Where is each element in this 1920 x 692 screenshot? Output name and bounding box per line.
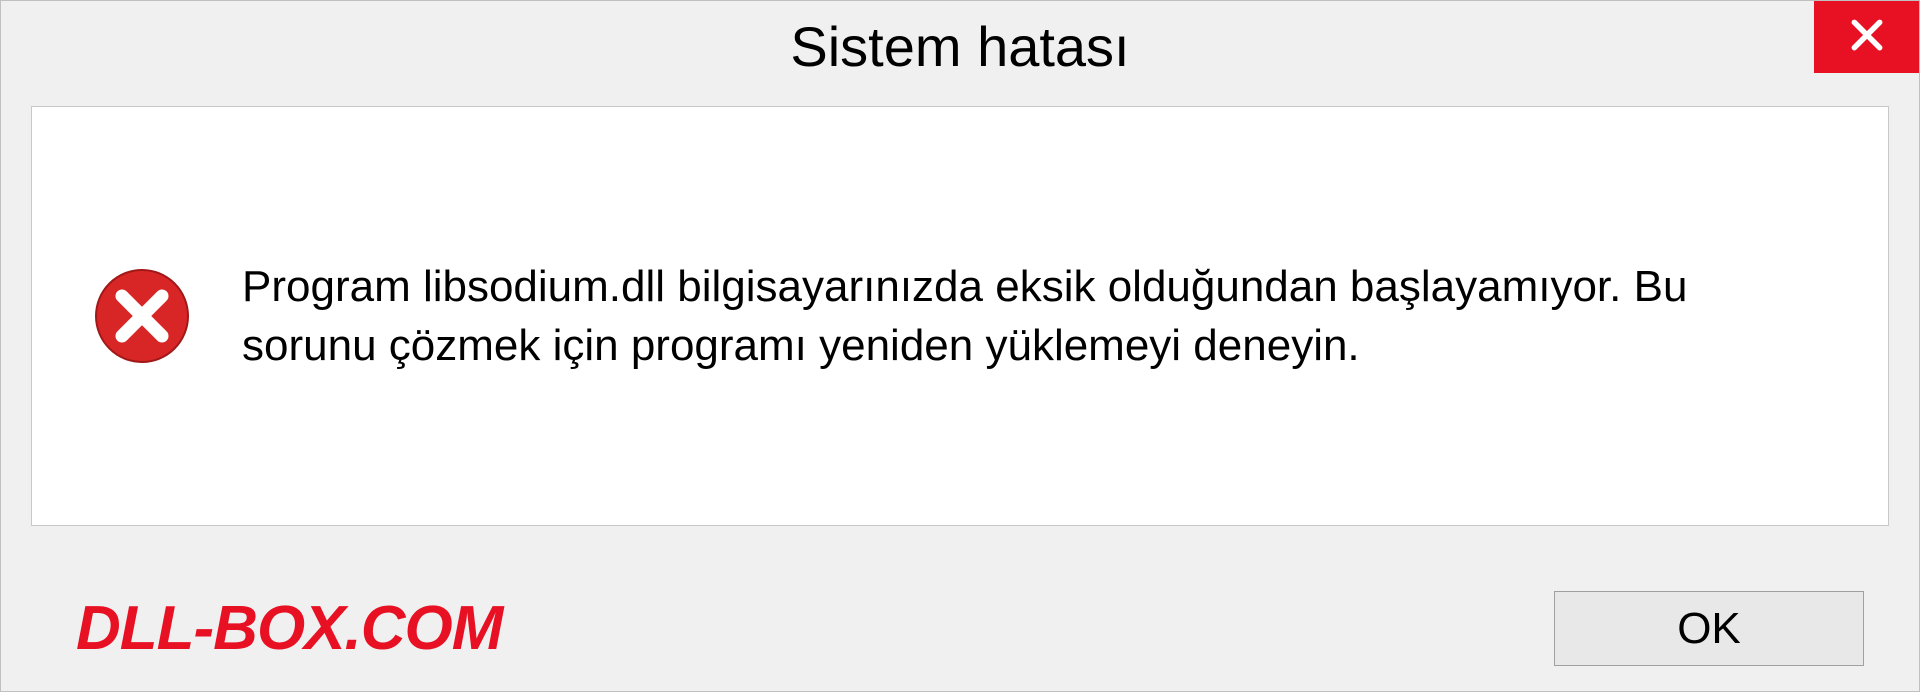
ok-button[interactable]: OK <box>1554 591 1864 666</box>
error-message: Program libsodium.dll bilgisayarınızda e… <box>242 257 1828 376</box>
close-button[interactable] <box>1814 1 1919 73</box>
watermark-text: DLL-BOX.COM <box>76 593 502 664</box>
titlebar: Sistem hatası <box>1 1 1919 91</box>
error-icon <box>92 266 192 366</box>
dialog-footer: DLL-BOX.COM OK <box>1 566 1919 691</box>
error-dialog: Sistem hatası Program libsodium.dll bilg… <box>0 0 1920 692</box>
content-panel: Program libsodium.dll bilgisayarınızda e… <box>31 106 1889 526</box>
dialog-title: Sistem hatası <box>790 14 1129 79</box>
close-icon <box>1848 16 1886 59</box>
